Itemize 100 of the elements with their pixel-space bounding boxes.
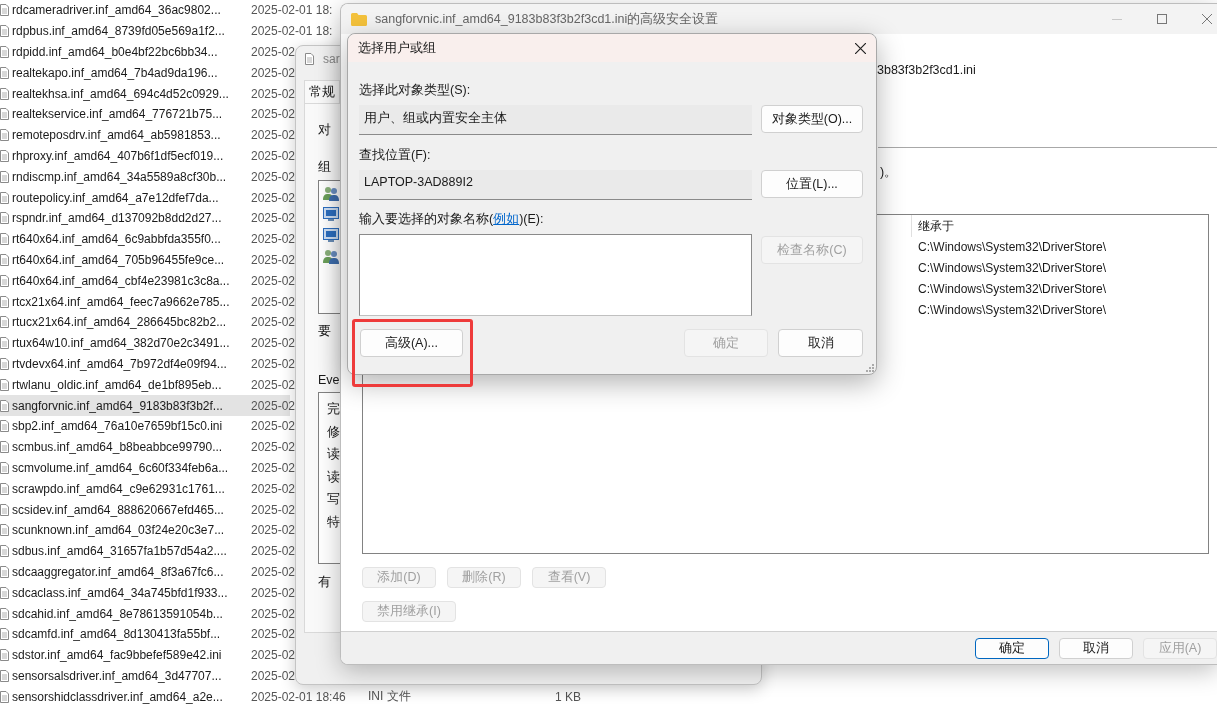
file-name[interactable]: sdbus.inf_amd64_31657fa1b57d54a2.... bbox=[12, 544, 251, 559]
file-name[interactable]: sensorsalsdriver.inf_amd64_3d47707... bbox=[12, 668, 251, 683]
table-cell-text: C:\Windows\System32\DriverStore\ bbox=[917, 281, 1107, 298]
table-cell-text: C:\Windows\System32\DriverStore\ bbox=[917, 239, 1107, 256]
computer-icon bbox=[323, 206, 339, 222]
file-date: 2025-02 bbox=[251, 481, 296, 496]
file-name[interactable]: rtvdevx64.inf_amd64_7b972df4e09f94... bbox=[12, 356, 251, 371]
file-name[interactable]: rndiscmp.inf_amd64_34a5589a8cf30b... bbox=[12, 169, 251, 184]
file-name[interactable]: sdcamfd.inf_amd64_8d130413fa55bf... bbox=[12, 627, 251, 642]
file-date: 2025-02 bbox=[251, 45, 296, 59]
button[interactable]: 取消 bbox=[1059, 637, 1133, 659]
button[interactable]: 位置(L)... bbox=[761, 170, 863, 198]
button[interactable]: 确定 bbox=[975, 637, 1049, 659]
file-name: 3b83f3b2f3cd1.ini bbox=[877, 63, 976, 77]
field-label: 选择此对象类型(S): bbox=[359, 83, 472, 97]
permission-name: 读 bbox=[327, 446, 341, 463]
file-date: 2025-02-01 18:46 bbox=[251, 689, 346, 704]
file-name[interactable]: rtucx21x64.inf_amd64_286645bc82b2... bbox=[12, 315, 251, 330]
description-text: )。 bbox=[880, 165, 898, 179]
file-date: 2025-02 bbox=[251, 148, 296, 163]
file-name[interactable]: rtux64w10.inf_amd64_382d70e2c3491... bbox=[12, 336, 251, 351]
file-date: 2025-02 bbox=[251, 128, 296, 143]
file-date: 2025-02 bbox=[251, 564, 296, 579]
file-name[interactable]: rtcx21x64.inf_amd64_feec7a9662e785... bbox=[12, 294, 251, 309]
object-type-field[interactable]: 用户、组或内置安全主体 bbox=[359, 105, 752, 135]
button[interactable]: 取消 bbox=[778, 329, 863, 357]
file-name[interactable]: rtwlanu_oldic.inf_amd64_de1bf895eb... bbox=[12, 377, 251, 392]
file-name[interactable]: rspndr.inf_amd64_d137092b8dd2d27... bbox=[12, 211, 251, 226]
file-name[interactable]: rt640x64.inf_amd64_705b96455fe9ce... bbox=[12, 252, 251, 267]
file-date: 2025-02 bbox=[251, 502, 296, 517]
file-size: 1 KB bbox=[555, 689, 581, 704]
section-label: 要 bbox=[318, 324, 331, 338]
field-label: 查找位置(F): bbox=[359, 148, 432, 162]
window-title: sar bbox=[323, 52, 340, 66]
column-header[interactable]: 继承于 bbox=[911, 215, 954, 237]
file-date: 2025-02 bbox=[251, 315, 296, 330]
file-date: 2025-02 bbox=[251, 419, 296, 434]
file-date: 2025-02 bbox=[251, 211, 296, 226]
file-name[interactable]: rdpbus.inf_amd64_8739fd05e569a1f2... bbox=[12, 24, 251, 39]
file-date: 2025-02 bbox=[251, 523, 296, 538]
users-icon bbox=[323, 248, 339, 264]
file-name[interactable]: rt640x64.inf_amd64_cbf4e23981c3c8a... bbox=[12, 273, 251, 288]
file-name[interactable]: rt640x64.inf_amd64_6c9abbfda355f0... bbox=[12, 232, 251, 247]
permission-name: 完 bbox=[327, 401, 341, 418]
file-date: 2025-02 bbox=[251, 336, 296, 351]
file-date: 2025-02 bbox=[251, 65, 296, 80]
file-date: 2025-02 bbox=[251, 585, 296, 600]
file-date: 2025-02 bbox=[251, 86, 296, 101]
button[interactable]: 高级(A)... bbox=[360, 329, 463, 357]
file-name[interactable]: remoteposdrv.inf_amd64_ab5981853... bbox=[12, 128, 251, 143]
file-date: 2025-02 bbox=[251, 232, 296, 247]
table-cell-text: C:\Windows\System32\DriverStore\ bbox=[917, 302, 1107, 319]
example-link[interactable]: 例如 bbox=[493, 212, 520, 226]
file-name[interactable]: sbp2.inf_amd64_76a10e7659bf15c0.ini bbox=[12, 419, 251, 434]
permission-name: 读 bbox=[327, 468, 341, 486]
table-cell-text: C:\Windows\System32\DriverStore\ bbox=[917, 260, 1107, 277]
button[interactable]: 对象类型(O)... bbox=[761, 105, 863, 133]
file-name[interactable]: scrawpdo.inf_amd64_c9e62931c1761... bbox=[12, 481, 251, 496]
file-name[interactable]: rhproxy.inf_amd64_407b6f1df5ecf019... bbox=[12, 148, 251, 163]
file-name[interactable]: realtekhsa.inf_amd64_694c4d52c0929... bbox=[12, 86, 251, 101]
file-date: 2025-02-01 18: bbox=[251, 24, 333, 39]
file-name[interactable]: sdstor.inf_amd64_fac9bbefef589e42.ini bbox=[12, 648, 251, 663]
users-icon bbox=[323, 185, 339, 201]
file-date: 2025-02 bbox=[251, 440, 296, 455]
file-date: 2025-02 bbox=[251, 668, 296, 683]
file-name[interactable]: rdcameradriver.inf_amd64_36ac9802... bbox=[12, 3, 251, 18]
close-icon[interactable] bbox=[855, 42, 866, 54]
file-name[interactable]: rdpidd.inf_amd64_b0e4bf22bc6bb34... bbox=[12, 45, 251, 59]
section-label: 对 bbox=[318, 123, 331, 137]
dialog-title: 选择用户或组 bbox=[358, 39, 436, 57]
file-name[interactable]: sdcahid.inf_amd64_8e78613591054b... bbox=[12, 606, 251, 621]
window-title: sangforvnic.inf_amd64_9183b83f3b2f3cd1.ini的高级安全设置 bbox=[375, 10, 719, 28]
field-label: 输入要选择的对象名称(例如)(E): bbox=[359, 212, 545, 226]
permission-name: 修 bbox=[327, 423, 341, 441]
file-name[interactable]: sdcaclass.inf_amd64_34a745bfd1f933... bbox=[12, 585, 251, 600]
folder-icon bbox=[351, 12, 367, 26]
file-name[interactable]: scsidev.inf_amd64_888620667efd465... bbox=[12, 502, 251, 517]
file-date: 2025-02-01 18: bbox=[251, 3, 333, 18]
file-date: 2025-02 bbox=[251, 294, 296, 309]
location-field[interactable]: LAPTOP-3AD889I2 bbox=[359, 170, 752, 200]
file-date: 2025-02 bbox=[251, 169, 296, 184]
file-name[interactable]: sangforvnic.inf_amd64_9183b83f3b2f... bbox=[12, 398, 251, 413]
file-date: 2025-02 bbox=[251, 648, 296, 663]
file-date: 2025-02 bbox=[251, 377, 296, 392]
file-name[interactable]: sdcaaggregator.inf_amd64_8f3a67fc6... bbox=[12, 564, 251, 579]
object-name-field[interactable] bbox=[359, 234, 752, 316]
file-name[interactable]: sensorshidclassdriver.inf_amd64_a2e... bbox=[12, 689, 251, 704]
file-date: 2025-02 bbox=[251, 356, 296, 371]
tab[interactable]: 常规 bbox=[304, 80, 340, 103]
section-label: Eve bbox=[318, 373, 340, 387]
file-name[interactable]: scmbus.inf_amd64_b8beabbce99790... bbox=[12, 440, 251, 455]
resize-grip-icon[interactable] bbox=[866, 364, 874, 372]
maximize-icon[interactable] bbox=[1157, 14, 1167, 24]
file-name[interactable]: routepolicy.inf_amd64_a7e12dfef7da... bbox=[12, 190, 251, 205]
file-name[interactable]: scmvolume.inf_amd64_6c60f334feb6a... bbox=[12, 460, 251, 475]
file-date: 2025-02 bbox=[251, 627, 296, 642]
file-name[interactable]: realtekservice.inf_amd64_776721b75... bbox=[12, 107, 251, 122]
file-date: 2025-02 bbox=[251, 544, 296, 559]
file-name[interactable]: scunknown.inf_amd64_03f24e20c3e7... bbox=[12, 523, 251, 538]
file-name[interactable]: realtekapo.inf_amd64_7b4ad9da196... bbox=[12, 65, 251, 80]
